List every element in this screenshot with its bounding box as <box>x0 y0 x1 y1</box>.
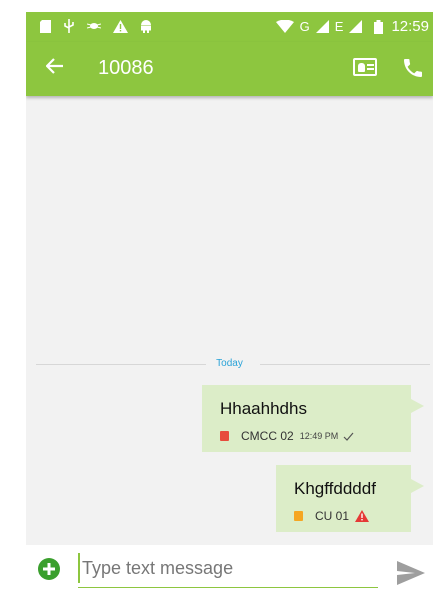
status-system: G E 12:59 <box>275 18 429 35</box>
send-icon <box>397 561 425 585</box>
divider-line-right <box>260 364 430 365</box>
status-bar: G E 12:59 <box>26 12 433 42</box>
status-notifications <box>40 19 152 33</box>
wifi-icon <box>275 20 294 33</box>
phone-screen: G E 12:59 10086 Today Hhaahhdhs CMCC 02 … <box>26 12 433 600</box>
usb-icon <box>64 19 74 33</box>
back-button[interactable] <box>45 54 64 82</box>
warning-icon <box>113 19 128 33</box>
message-time: 12:49 PM <box>299 431 339 441</box>
contact-card-button[interactable] <box>353 58 377 76</box>
network-type-label: G <box>299 19 310 34</box>
battery-icon <box>374 19 384 34</box>
message-bubble-2[interactable]: Khgffddddf CU 01 <box>276 465 424 532</box>
status-time: 12:59 <box>391 18 429 35</box>
message-input-wrapper <box>78 553 382 588</box>
message-composer <box>26 545 433 600</box>
message-meta: CMCC 02 12:49 PM <box>220 429 354 443</box>
send-button[interactable] <box>397 561 425 590</box>
arrow-left-icon <box>45 58 63 74</box>
add-attachment-button[interactable] <box>38 558 60 585</box>
bug-icon <box>87 23 101 29</box>
app-bar: 10086 <box>26 42 433 96</box>
message-bubble-1[interactable]: Hhaahhdhs CMCC 02 12:49 PM <box>202 385 424 452</box>
signal-icon <box>315 20 329 33</box>
message-text: Hhaahhdhs <box>220 399 307 418</box>
message-text: Khgffddddf <box>294 479 376 498</box>
sim-label: CU 01 <box>315 509 350 523</box>
android-icon <box>141 20 151 33</box>
sim-indicator-icon <box>220 431 229 441</box>
call-button[interactable] <box>401 56 425 85</box>
sd-card-icon <box>40 19 51 33</box>
phone-icon <box>404 59 422 77</box>
network-type-label-2: E <box>334 19 344 34</box>
failed-warning-icon[interactable] <box>355 510 370 522</box>
sim-indicator-icon <box>294 511 303 521</box>
bubble-tail <box>411 399 424 413</box>
bubble-tail <box>411 479 424 493</box>
message-meta: CU 01 <box>294 509 370 523</box>
conversation-title: 10086 <box>98 57 154 79</box>
delivered-check-icon <box>343 432 354 441</box>
plus-circle-icon <box>38 558 60 580</box>
date-divider: Today <box>26 356 433 376</box>
sim-label: CMCC 02 <box>241 429 294 443</box>
signal-icon-2 <box>349 20 363 33</box>
message-input[interactable] <box>78 553 382 583</box>
